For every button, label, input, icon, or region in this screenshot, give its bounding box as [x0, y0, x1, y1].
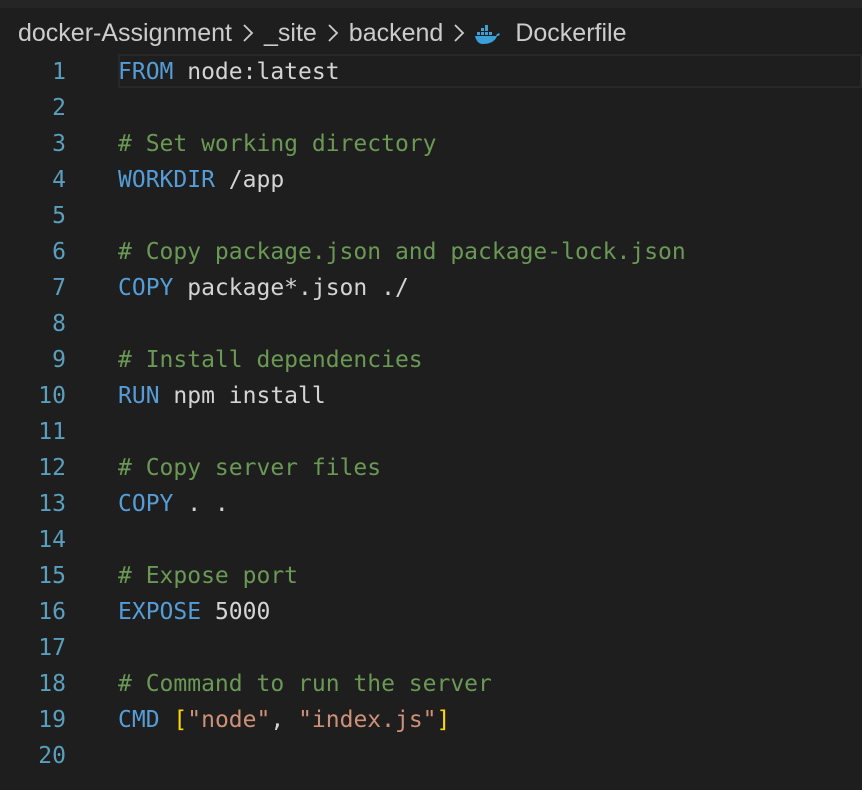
line-number: 12 — [38, 455, 66, 481]
code-line[interactable]: 2 — [0, 90, 862, 126]
code-editor[interactable]: 1 FROM node:latest 2 3 # Set working directo… — [0, 54, 862, 790]
code-text: # Command to run the server — [118, 666, 492, 702]
bracket: ] — [436, 707, 451, 733]
code-line[interactable]: 10 RUN npm install — [0, 378, 862, 414]
code-comment: # Copy server files — [118, 455, 382, 481]
line-number: 10 — [38, 383, 66, 409]
line-number: 8 — [52, 311, 66, 337]
line-number: 15 — [38, 563, 66, 589]
code-comment: # Copy package.json and package-lock.jso… — [118, 239, 686, 265]
code-line[interactable]: 11 — [0, 414, 862, 450]
code-text: # Install dependencies — [118, 342, 423, 378]
line-number: 5 — [52, 203, 66, 229]
dockerfile-keyword: RUN — [118, 383, 160, 409]
code-line[interactable]: 15 # Expose port — [0, 558, 862, 594]
line-number: 9 — [52, 347, 66, 373]
line-number: 17 — [38, 635, 66, 661]
string-literal: "node" — [187, 707, 271, 733]
line-number: 3 — [52, 131, 66, 157]
code-text: FROM node:latest — [118, 54, 340, 90]
code-token: , — [270, 707, 299, 733]
bracket: [ — [173, 707, 188, 733]
code-token: . . — [173, 491, 229, 517]
line-number: 20 — [38, 743, 66, 769]
code-text: WORKDIR /app — [118, 162, 284, 198]
code-line[interactable]: 14 — [0, 522, 862, 558]
line-number: 16 — [38, 599, 66, 625]
dockerfile-keyword: EXPOSE — [118, 599, 202, 625]
code-line[interactable]: 18 # Command to run the server — [0, 666, 862, 702]
dockerfile-keyword: COPY — [118, 275, 174, 301]
code-line[interactable]: 5 — [0, 198, 862, 234]
code-line[interactable]: 20 — [0, 738, 862, 774]
code-text: EXPOSE 5000 — [118, 594, 270, 630]
code-text: CMD ["node", "index.js"] — [118, 702, 450, 738]
chevron-right-icon — [327, 23, 339, 43]
chevron-right-icon — [242, 23, 254, 43]
code-token: package*.json ./ — [173, 275, 409, 301]
dockerfile-keyword: CMD — [118, 707, 160, 733]
line-number: 7 — [52, 275, 66, 301]
line-number: 4 — [52, 167, 66, 193]
line-number: 1 — [52, 59, 66, 85]
breadcrumb-item-site[interactable]: _site — [264, 19, 317, 48]
code-line[interactable]: 8 — [0, 306, 862, 342]
breadcrumb-item-backend[interactable]: backend — [349, 19, 444, 48]
code-line[interactable]: 13 COPY . . — [0, 486, 862, 522]
code-line[interactable]: 9 # Install dependencies — [0, 342, 862, 378]
code-text: # Expose port — [118, 558, 298, 594]
code-line[interactable]: 19 CMD ["node", "index.js"] — [0, 702, 862, 738]
line-number: 11 — [38, 419, 66, 445]
code-token: /app — [214, 167, 285, 193]
editor-tab-bar-edge — [0, 0, 862, 8]
line-number: 13 — [38, 491, 66, 517]
line-number: 14 — [38, 527, 66, 553]
string-literal: "index.js" — [298, 707, 437, 733]
code-line[interactable]: 16 EXPOSE 5000 — [0, 594, 862, 630]
code-text: COPY . . — [118, 486, 229, 522]
code-text: # Set working directory — [118, 126, 437, 162]
code-line[interactable]: 3 # Set working directory — [0, 126, 862, 162]
code-line[interactable]: 17 — [0, 630, 862, 666]
line-number: 19 — [38, 707, 66, 733]
line-number: 6 — [52, 239, 66, 265]
breadcrumb: docker-Assignment _site backend Dockerfi… — [18, 16, 626, 50]
code-text: COPY package*.json ./ — [118, 270, 409, 306]
breadcrumb-item-docker-assignment[interactable]: docker-Assignment — [18, 19, 232, 48]
docker-whale-icon — [475, 23, 501, 44]
code-comment: # Expose port — [118, 563, 299, 589]
code-comment: # Set working directory — [118, 131, 437, 157]
code-text: RUN npm install — [118, 378, 326, 414]
code-line[interactable]: 6 # Copy package.json and package-lock.js… — [0, 234, 862, 270]
code-line[interactable]: 4 WORKDIR /app — [0, 162, 862, 198]
code-comment: # Command to run the server — [118, 671, 492, 697]
code-line[interactable]: 1 FROM node:latest — [0, 54, 862, 90]
code-text: # Copy package.json and package-lock.jso… — [118, 234, 686, 270]
line-number: 2 — [52, 95, 66, 121]
code-token: 5000 — [201, 599, 271, 625]
breadcrumb-item-dockerfile[interactable]: Dockerfile — [515, 19, 626, 48]
code-line[interactable]: 7 COPY package*.json ./ — [0, 270, 862, 306]
code-token: node:latest — [173, 59, 340, 85]
code-token: npm install — [159, 383, 326, 409]
dockerfile-keyword: FROM — [118, 59, 174, 85]
dockerfile-keyword: WORKDIR — [118, 167, 215, 193]
code-line[interactable]: 12 # Copy server files — [0, 450, 862, 486]
line-number: 18 — [38, 671, 66, 697]
chevron-right-icon — [453, 23, 465, 43]
code-comment: # Install dependencies — [118, 347, 423, 373]
code-text: # Copy server files — [118, 450, 381, 486]
dockerfile-keyword: COPY — [118, 491, 174, 517]
